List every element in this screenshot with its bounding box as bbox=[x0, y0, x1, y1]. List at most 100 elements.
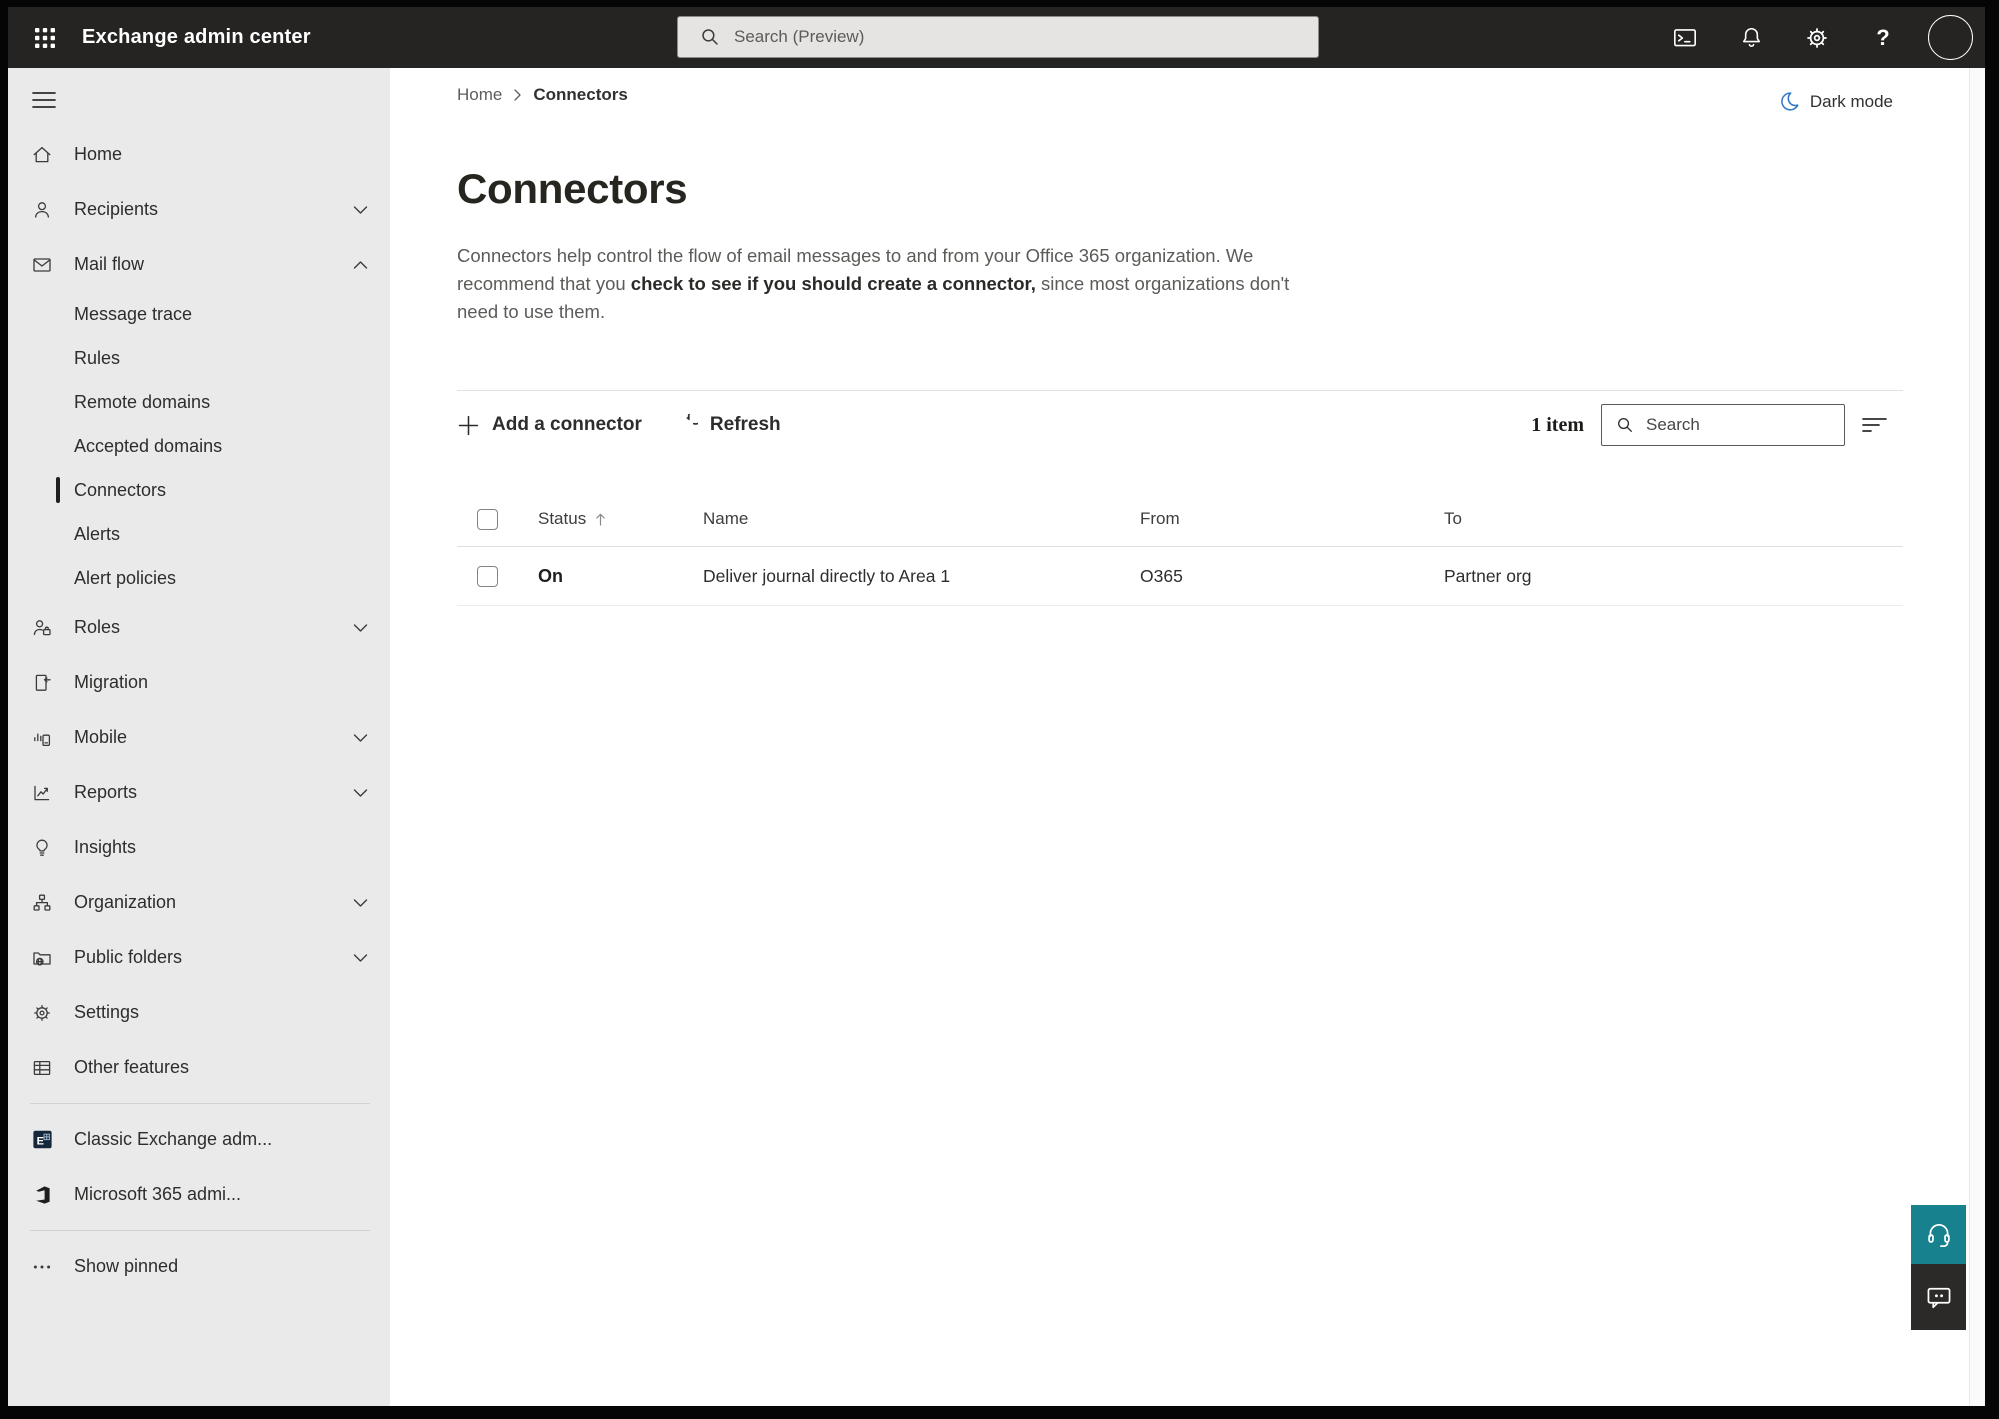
column-header-to[interactable]: To bbox=[1444, 509, 1903, 529]
refresh-button[interactable]: Refresh bbox=[676, 414, 781, 436]
sidebar-item-label: Remote domains bbox=[74, 391, 211, 412]
table-header: Status Name From To bbox=[457, 492, 1903, 547]
sidebar-item-label: Alert policies bbox=[74, 567, 177, 588]
row-to: Partner org bbox=[1444, 566, 1532, 586]
chevron-down-icon bbox=[353, 623, 368, 633]
nav-collapse-button[interactable] bbox=[30, 88, 58, 112]
sidebar-item-mail-flow[interactable]: Mail flow bbox=[8, 237, 390, 292]
gear-icon bbox=[30, 1001, 54, 1025]
dark-mode-label: Dark mode bbox=[1809, 91, 1893, 111]
select-all-checkbox[interactable] bbox=[477, 508, 498, 530]
sidebar-item-remote-domains[interactable]: Remote domains bbox=[8, 380, 390, 424]
sidebar-item-label: Message trace bbox=[74, 303, 193, 324]
table-icon bbox=[30, 1056, 54, 1080]
chevron-down-icon bbox=[353, 953, 368, 963]
select-all-cell bbox=[457, 508, 538, 530]
sidebar-item-label: Show pinned bbox=[74, 1256, 179, 1276]
sidebar-item-label: Home bbox=[74, 144, 123, 164]
feedback-button[interactable] bbox=[1911, 1264, 1966, 1330]
breadcrumb-home[interactable]: Home bbox=[457, 85, 502, 105]
avatar bbox=[1928, 15, 1973, 60]
sidebar-item-label: Accepted domains bbox=[74, 435, 223, 456]
sidebar-item-accepted-domains[interactable]: Accepted domains bbox=[8, 424, 390, 468]
refresh-icon bbox=[686, 414, 698, 425]
bell-icon bbox=[1742, 27, 1760, 47]
mobile-devices-icon bbox=[30, 726, 54, 750]
sidebar-item-alerts[interactable]: Alerts bbox=[8, 512, 390, 556]
sidebar-item-microsoft-365-admin[interactable]: Microsoft 365 admi... bbox=[8, 1167, 390, 1222]
filter-button[interactable] bbox=[1861, 415, 1888, 435]
cloud-shell-button[interactable] bbox=[1670, 23, 1700, 53]
main-content: Home Connectors Dark mode Connectors Con… bbox=[390, 68, 1969, 1406]
microsoft-365-icon bbox=[30, 1183, 54, 1207]
sidebar-item-label: Rules bbox=[74, 347, 121, 368]
sidebar-item-settings[interactable]: Settings bbox=[8, 985, 390, 1040]
sidebar-item-other-features[interactable]: Other features bbox=[8, 1040, 390, 1095]
chevron-up-icon bbox=[353, 260, 368, 270]
column-header-status[interactable]: Status bbox=[538, 509, 703, 529]
sidebar-item-rules[interactable]: Rules bbox=[8, 336, 390, 380]
sidebar-item-classic-exchange-admin[interactable]: E Classic Exchange adm... bbox=[8, 1112, 390, 1167]
cloud-shell-icon bbox=[1674, 28, 1696, 46]
public-folder-icon bbox=[30, 946, 54, 970]
sidebar-item-roles[interactable]: Roles bbox=[8, 600, 390, 655]
left-nav: Home Recipients Mail flow Message trace … bbox=[8, 68, 390, 1406]
app-launcher-button[interactable] bbox=[22, 15, 67, 60]
sidebar-item-reports[interactable]: Reports bbox=[8, 765, 390, 820]
mail-icon bbox=[30, 253, 54, 277]
app-title: Exchange admin center bbox=[82, 26, 311, 48]
sidebar-item-connectors[interactable]: Connectors bbox=[8, 468, 390, 512]
row-checkbox[interactable] bbox=[477, 566, 498, 587]
list-search-input[interactable]: Search bbox=[1601, 404, 1845, 446]
settings-button[interactable] bbox=[1802, 23, 1832, 53]
plus-icon bbox=[458, 415, 479, 435]
sidebar-item-home[interactable]: Home bbox=[8, 127, 390, 182]
sidebar-item-recipients[interactable]: Recipients bbox=[8, 182, 390, 237]
column-header-from[interactable]: From bbox=[1140, 509, 1444, 529]
sidebar-item-label: Migration bbox=[74, 672, 149, 692]
global-search-placeholder: Search (Preview) bbox=[734, 27, 865, 46]
sidebar-item-show-pinned[interactable]: Show pinned bbox=[8, 1239, 390, 1294]
sidebar-item-alert-policies[interactable]: Alert policies bbox=[8, 556, 390, 600]
column-header-name[interactable]: Name bbox=[703, 509, 1140, 529]
reports-icon bbox=[30, 781, 54, 805]
help-button[interactable]: ? bbox=[1868, 23, 1898, 53]
breadcrumb-chevron-icon bbox=[514, 89, 522, 101]
table-row[interactable]: On Deliver journal directly to Area 1 O3… bbox=[457, 548, 1903, 606]
nav-divider bbox=[30, 1230, 370, 1231]
sidebar-item-label: Connectors bbox=[74, 479, 167, 500]
global-search-input[interactable]: Search (Preview) bbox=[677, 16, 1319, 58]
list-toolbar: Add a connector Refresh 1 item Search bbox=[457, 402, 1903, 448]
org-chart-icon bbox=[30, 891, 54, 915]
dark-mode-toggle[interactable]: Dark mode bbox=[1778, 90, 1893, 113]
sidebar-item-label: Insights bbox=[74, 837, 137, 857]
sidebar-item-migration[interactable]: Migration bbox=[8, 655, 390, 710]
topbar-actions: ? bbox=[1670, 7, 1985, 68]
sidebar-item-public-folders[interactable]: Public folders bbox=[8, 930, 390, 985]
sidebar-item-mobile[interactable]: Mobile bbox=[8, 710, 390, 765]
top-bar: Exchange admin center Search (Preview) ? bbox=[8, 7, 1985, 68]
sidebar-item-label: Other features bbox=[74, 1057, 190, 1077]
add-connector-button[interactable]: Add a connector bbox=[457, 414, 642, 437]
search-icon bbox=[702, 29, 718, 45]
account-button[interactable] bbox=[1928, 15, 1973, 60]
row-status: On bbox=[538, 566, 563, 586]
support-button[interactable] bbox=[1911, 1205, 1966, 1264]
screenshot-frame: Exchange admin center Search (Preview) ?… bbox=[0, 0, 1999, 1419]
sidebar-item-message-trace[interactable]: Message trace bbox=[8, 292, 390, 336]
sidebar-item-label: Public folders bbox=[74, 947, 183, 967]
sidebar-item-organization[interactable]: Organization bbox=[8, 875, 390, 930]
chevron-down-icon bbox=[353, 788, 368, 798]
sidebar-item-label: Organization bbox=[74, 892, 177, 912]
notifications-button[interactable] bbox=[1736, 23, 1766, 53]
row-select-cell bbox=[457, 566, 538, 587]
sidebar-item-insights[interactable]: Insights bbox=[8, 820, 390, 875]
row-name-link[interactable]: Deliver journal directly to Area 1 bbox=[703, 566, 1140, 587]
vertical-scrollbar[interactable] bbox=[1969, 68, 1985, 1406]
description-link[interactable]: check to see if you should create a conn… bbox=[631, 273, 1036, 294]
classic-exchange-icon: E bbox=[30, 1128, 54, 1152]
sidebar-item-label: Settings bbox=[74, 1002, 140, 1022]
page-title: Connectors bbox=[457, 165, 688, 212]
moon-icon bbox=[1781, 92, 1799, 111]
breadcrumb: Home Connectors bbox=[457, 85, 628, 105]
